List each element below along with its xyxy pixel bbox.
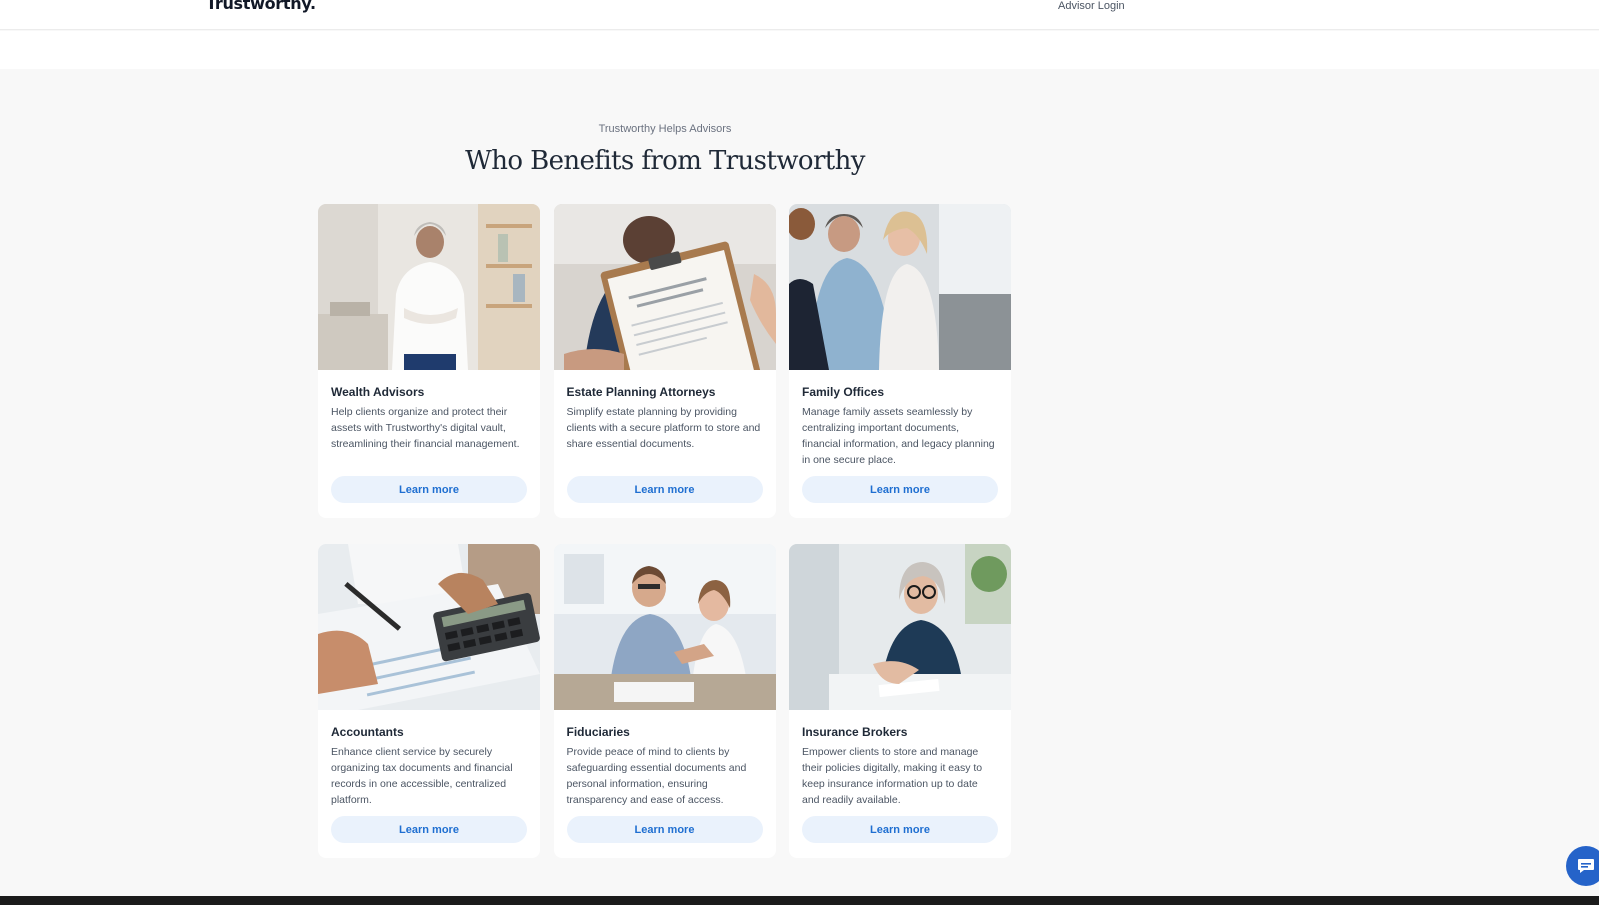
estate-planning-photo (553, 204, 776, 370)
learn-more-button[interactable]: Learn more (802, 816, 998, 843)
card-estate-planning-attorneys: Estate Planning Attorneys Simplify estat… (553, 204, 776, 518)
card-accountants: Accountants Enhance client service by se… (318, 544, 540, 858)
fiduciaries-photo (553, 544, 776, 710)
family-offices-photo (789, 204, 1011, 370)
wealth-advisor-photo (318, 204, 540, 370)
card-description: Empower clients to store and manage thei… (802, 746, 983, 806)
card-description: Enhance client service by securely organ… (331, 746, 513, 806)
card-title: Accountants (331, 725, 404, 739)
accountants-photo (318, 544, 540, 710)
card-description: Help clients organize and protect their … (331, 406, 520, 450)
card-title: Family Offices (802, 385, 885, 399)
card-title: Fiduciaries (566, 725, 630, 739)
card-description: Provide peace of mind to clients by safe… (566, 746, 747, 806)
card-description: Simplify estate planning by providing cl… (566, 406, 761, 450)
card-title: Estate Planning Attorneys (566, 385, 716, 399)
section-title: Who Benefits from Trustworthy (465, 146, 865, 176)
subheader-band (0, 31, 1599, 69)
learn-more-button[interactable]: Learn more (331, 816, 527, 843)
learn-more-button[interactable]: Learn more (566, 476, 763, 503)
card-description: Manage family assets seamlessly by centr… (802, 406, 995, 466)
chat-button[interactable] (1566, 846, 1599, 886)
section-eyebrow: Trustworthy Helps Advisors (598, 123, 732, 135)
advisor-login-link[interactable]: Advisor Login (1058, 0, 1125, 12)
card-insurance-brokers: Insurance Brokers Empower clients to sto… (789, 544, 1011, 858)
learn-more-button[interactable]: Learn more (331, 476, 527, 503)
card-wealth-advisors: Wealth Advisors Help clients organize an… (318, 204, 540, 518)
card-family-offices: Family Offices Manage family assets seam… (789, 204, 1011, 518)
card-title: Wealth Advisors (331, 385, 425, 399)
footer (0, 896, 1599, 905)
learn-more-button[interactable]: Learn more (802, 476, 998, 503)
learn-more-button[interactable]: Learn more (566, 816, 763, 843)
site-header: Trustworthy. Advisor Login (0, 0, 1599, 30)
card-fiduciaries: Fiduciaries Provide peace of mind to cli… (553, 544, 776, 858)
chat-bubble-icon (1578, 859, 1594, 873)
logo[interactable]: Trustworthy. (206, 0, 316, 13)
audience-card-grid: Wealth Advisors Help clients organize an… (318, 204, 1012, 858)
insurance-brokers-photo (789, 544, 1011, 710)
card-title: Insurance Brokers (802, 725, 908, 739)
